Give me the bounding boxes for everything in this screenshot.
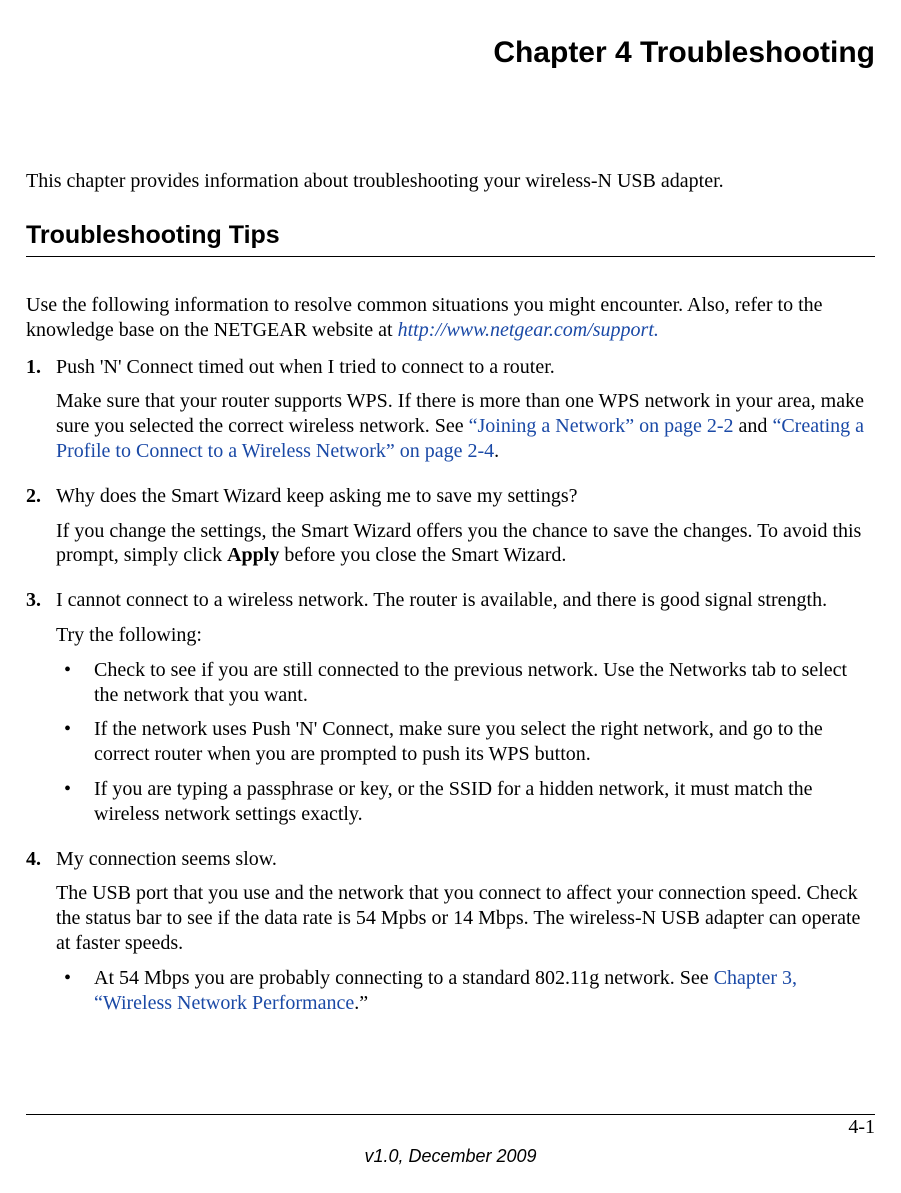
bullet-text: If you are typing a passphrase or key, o… [94, 777, 875, 827]
chapter-title: Chapter 4 Troubleshooting [26, 36, 875, 70]
lead-paragraph: Use the following information to resolve… [26, 293, 875, 343]
list-content: My connection seems slow. The USB port t… [56, 847, 875, 1026]
answer-text: If you change the settings, the Smart Wi… [56, 519, 875, 569]
list-number: 3. [26, 588, 56, 836]
numbered-list: 1. Push 'N' Connect timed out when I tri… [26, 355, 875, 1026]
chapter-intro: This chapter provides information about … [26, 170, 875, 193]
bullet-text: If the network uses Push 'N' Connect, ma… [94, 717, 875, 767]
bullet-item: • At 54 Mbps you are probably connecting… [56, 966, 875, 1016]
support-link[interactable]: http://www.netgear.com/support. [398, 319, 659, 341]
footer-rule [26, 1114, 875, 1115]
list-content: I cannot connect to a wireless network. … [56, 588, 875, 836]
text: .” [354, 992, 368, 1014]
list-number: 2. [26, 484, 56, 578]
text: before you close the Smart Wizard. [279, 544, 566, 566]
list-number: 4. [26, 847, 56, 1026]
list-item: 4. My connection seems slow. The USB por… [26, 847, 875, 1026]
list-content: Push 'N' Connect timed out when I tried … [56, 355, 875, 474]
page-number: 4-1 [848, 1116, 875, 1139]
bullet-icon: • [64, 717, 94, 767]
bullet-icon: • [64, 966, 94, 1016]
question-text: Push 'N' Connect timed out when I tried … [56, 355, 875, 380]
list-content: Why does the Smart Wizard keep asking me… [56, 484, 875, 578]
bold-text: Apply [227, 544, 279, 566]
bullet-item: • Check to see if you are still connecte… [56, 658, 875, 708]
bullet-text: Check to see if you are still connected … [94, 658, 875, 708]
text: At 54 Mbps you are probably connecting t… [94, 967, 714, 989]
bullet-icon: • [64, 658, 94, 708]
bullet-icon: • [64, 777, 94, 827]
xref-link[interactable]: “Joining a Network” on page 2-2 [469, 415, 734, 437]
list-item: 1. Push 'N' Connect timed out when I tri… [26, 355, 875, 474]
list-item: 3. I cannot connect to a wireless networ… [26, 588, 875, 836]
bullet-text: At 54 Mbps you are probably connecting t… [94, 966, 875, 1016]
text: and [734, 415, 773, 437]
section-heading: Troubleshooting Tips [26, 221, 875, 257]
list-number: 1. [26, 355, 56, 474]
bullet-item: • If the network uses Push 'N' Connect, … [56, 717, 875, 767]
question-text: My connection seems slow. [56, 847, 875, 872]
text: . [494, 440, 499, 462]
question-text: I cannot connect to a wireless network. … [56, 588, 875, 613]
answer-text: Make sure that your router supports WPS.… [56, 389, 875, 463]
answer-text: The USB port that you use and the networ… [56, 881, 875, 955]
question-text: Why does the Smart Wizard keep asking me… [56, 484, 875, 509]
version-footer: v1.0, December 2009 [0, 1146, 901, 1167]
list-item: 2. Why does the Smart Wizard keep asking… [26, 484, 875, 578]
answer-intro: Try the following: [56, 623, 875, 648]
bullet-item: • If you are typing a passphrase or key,… [56, 777, 875, 827]
